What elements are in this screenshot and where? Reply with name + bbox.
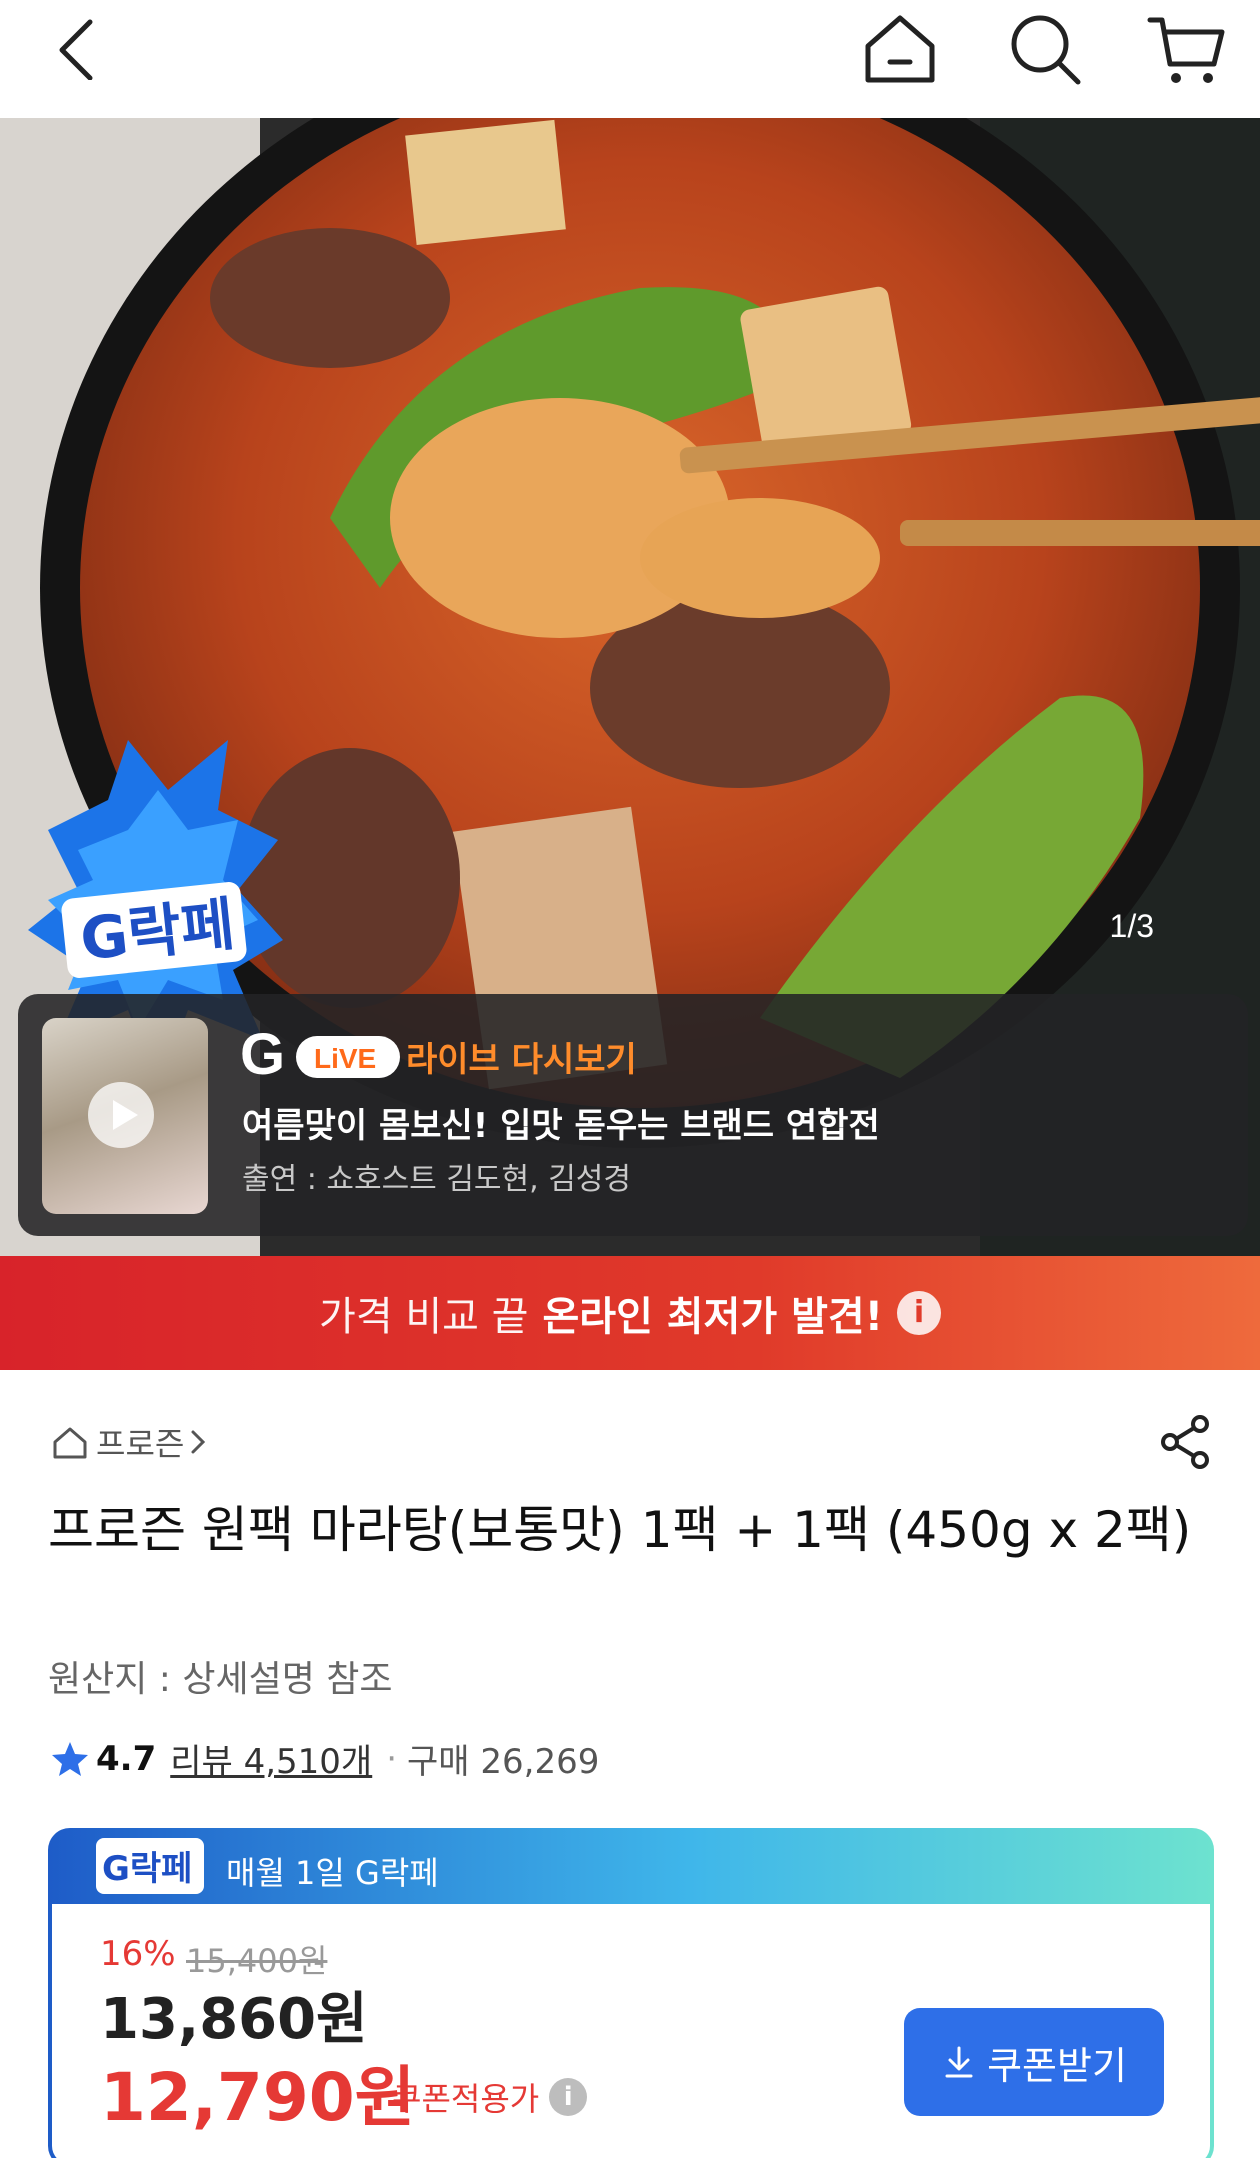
banner-lead: 가격 비교 끝 [319,1294,529,1340]
sale-price: 13,860원 [100,1987,368,2052]
search-icon[interactable] [1002,6,1086,90]
g-live-logo: G LiVE [240,1024,400,1084]
home-icon[interactable] [858,6,942,90]
purchase-count: 구매 26,269 [407,1742,600,1782]
get-coupon-button[interactable]: 쿠폰받기 [904,2008,1164,2116]
product-origin: 원산지 : 상세설명 참조 [48,1659,393,1700]
svg-text:LiVE: LiVE [314,1043,376,1074]
svg-text:G락페: G락페 [102,1849,192,1889]
coupon-label-text: 쿠폰적용가 [392,2080,540,2118]
deal-box: G락페 매월 1일 G락페 16% 15,400원 13,860원 12,790… [48,1828,1214,2158]
info-icon[interactable]: i [896,1291,941,1335]
info-icon[interactable]: i [549,2078,588,2116]
deal-header: G락페 매월 1일 G락페 [52,1828,1210,1904]
product-title: 프로즌 원팩 마라탕(보통맛) 1팩 + 1팩 (450g x 2팩) [48,1501,1192,1559]
chevron-left-icon[interactable] [48,10,118,80]
home-icon [53,1427,87,1459]
separator: · [386,1738,398,1779]
play-icon [88,1082,154,1148]
star-icon [52,1741,88,1776]
product-image[interactable]: G락페 1/3 G LiVE 라이브 다시보기 여름맞이 몸보신! 입맛 돋우는… [0,118,1260,1256]
live-replay-label: 라이브 다시보기 [406,1040,637,1080]
discount-rate: 16% [100,1934,176,1974]
breadcrumb[interactable]: 프로즌 [50,1420,208,1464]
download-icon [945,2046,973,2078]
coupon-button-label: 쿠폰받기 [987,2043,1127,2088]
page-indicator: 1/3 [1109,908,1154,944]
live-title: 여름맞이 몸보신! 입맛 돋우는 브랜드 연합전 [242,1106,880,1146]
live-replay-card[interactable]: G LiVE 라이브 다시보기 여름맞이 몸보신! 입맛 돋우는 브랜드 연합전… [18,994,1248,1236]
banner-highlight: 온라인 최저가 발견! [542,1294,883,1340]
cart-icon[interactable] [1144,6,1228,90]
rating-score: 4.7 [96,1738,157,1779]
deal-body: 16% 15,400원 13,860원 12,790원 쿠폰적용가 i 쿠폰받기 [52,1904,1210,2158]
share-icon[interactable] [1156,1412,1216,1472]
deal-headline: 매월 1일 G락페 [226,1854,439,1892]
chevron-right-icon [191,1430,206,1454]
coupon-price-label: 쿠폰적용가 i [392,2074,588,2120]
review-link[interactable]: 리뷰 4,510개 [170,1734,372,1783]
rating-row: 4.7 리뷰 4,510개 · 구매 26,269 [50,1734,599,1783]
live-cast: 출연 : 쇼호스트 김도현, 김성경 [242,1162,631,1197]
live-thumbnail[interactable] [42,1018,208,1214]
top-nav [0,0,1260,118]
g-lakpe-logo: G락페 [96,1838,204,1894]
lowest-price-banner[interactable]: 가격 비교 끝 온라인 최저가 발견! i [0,1256,1260,1370]
coupon-price: 12,790원 [100,2059,416,2136]
svg-text:G: G [240,1024,285,1084]
breadcrumb-category[interactable]: 프로즌 [96,1419,184,1465]
